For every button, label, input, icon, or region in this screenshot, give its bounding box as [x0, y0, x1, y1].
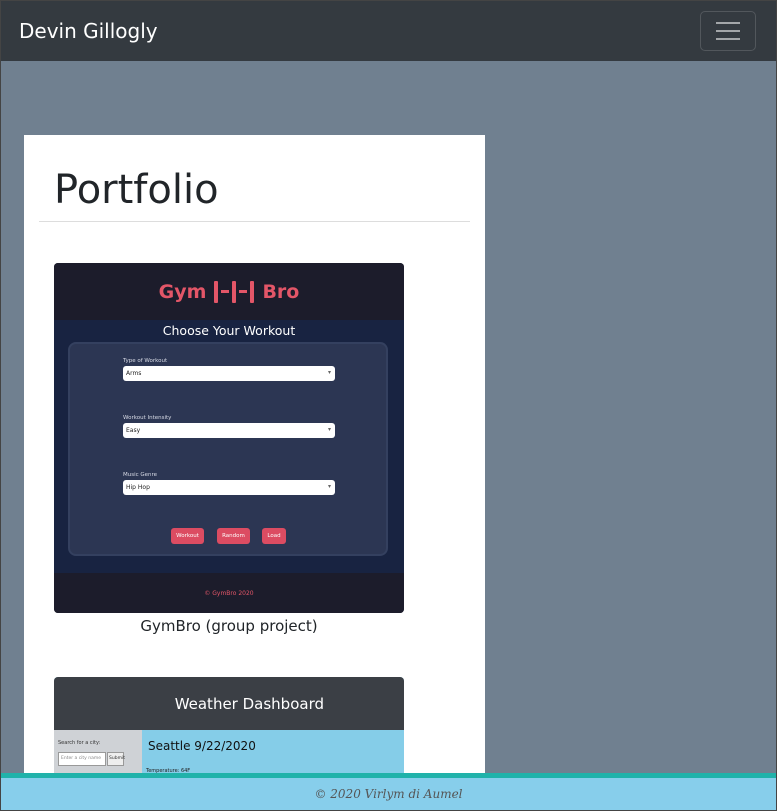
- menu-line: [716, 22, 740, 24]
- site-footer: © 2020 Virlym di Aumel: [1, 773, 776, 810]
- random-button: Random: [217, 528, 250, 544]
- menu-line: [716, 30, 740, 32]
- logo-text-left: Gym: [158, 280, 207, 303]
- project-caption: GymBro (group project): [140, 617, 318, 635]
- music-genre-select: Hip Hop: [123, 480, 335, 495]
- workout-button: Workout: [171, 528, 204, 544]
- gymbro-body: Choose Your Workout Type of Workout Arms…: [54, 320, 404, 573]
- navbar: Devin Gillogly: [1, 1, 776, 61]
- page-title: Portfolio: [54, 167, 219, 213]
- gymbro-footer: © GymBro 2020: [54, 573, 404, 613]
- footer-text: © 2020 Virlym di Aumel: [314, 787, 463, 801]
- gymbro-form-panel: Type of Workout Arms Workout Intensity E…: [68, 342, 388, 556]
- field-label: Music Genre: [123, 472, 158, 478]
- field-label: Type of Workout: [123, 358, 168, 364]
- menu-line: [716, 38, 740, 40]
- brand-link[interactable]: Devin Gillogly: [19, 19, 158, 43]
- weather-city: Seattle 9/22/2020: [148, 739, 256, 753]
- weather-dashboard-screenshot[interactable]: Weather Dashboard Search for a city: Ent…: [54, 677, 404, 775]
- portfolio-card: Portfolio Gym Bro Choose Your Workout Ty…: [24, 135, 485, 775]
- load-button: Load: [262, 528, 286, 544]
- weather-header: Weather Dashboard: [54, 677, 404, 730]
- field-label: Workout Intensity: [123, 415, 172, 421]
- search-label: Search for a city:: [58, 740, 101, 746]
- submit-button: Submit: [107, 752, 125, 766]
- dumbbell-icon: [214, 280, 255, 303]
- hamburger-menu-icon[interactable]: [700, 11, 756, 51]
- intensity-select: Easy: [123, 423, 335, 438]
- weather-sidebar: Search for a city: Enter a city name Sub…: [54, 730, 142, 775]
- gymbro-screenshot[interactable]: Gym Bro Choose Your Workout Type of Work…: [54, 263, 404, 613]
- workout-type-select: Arms: [123, 366, 335, 381]
- city-search-input: Enter a city name: [58, 752, 106, 766]
- gymbro-subtitle: Choose Your Workout: [162, 323, 296, 338]
- logo-text-right: Bro: [262, 280, 300, 303]
- gymbro-logo: Gym Bro: [54, 263, 404, 320]
- divider: [39, 221, 470, 222]
